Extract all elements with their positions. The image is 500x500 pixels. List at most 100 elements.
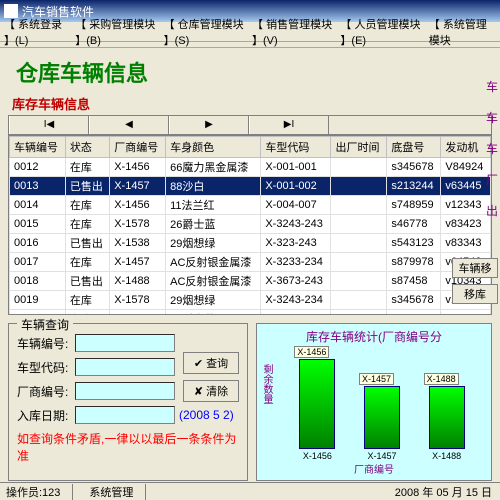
column-header[interactable]: 发动机: [441, 137, 491, 158]
side-label: 厂: [486, 171, 500, 188]
table-cell: 26爵士蓝: [166, 215, 261, 234]
table-cell: [331, 253, 387, 272]
table-cell: [331, 215, 387, 234]
query-input[interactable]: [75, 334, 175, 352]
menubar: 【 系统登录 】(L) 【 采购管理模块 】(B) 【 仓库管理模块 】(S) …: [0, 22, 500, 42]
nav-prev-button[interactable]: ◀: [89, 116, 169, 134]
chart-bar-label: X-1457: [359, 373, 394, 385]
column-header[interactable]: 车辆编号: [10, 137, 66, 158]
table-cell: 88沙白: [166, 177, 261, 196]
menu-purchase[interactable]: 【 采购管理模块 】(B): [75, 16, 155, 48]
table-cell: AC反射银金属漆: [166, 272, 261, 291]
column-header[interactable]: 车型代码: [261, 137, 331, 158]
table-cell: X-1457: [110, 177, 166, 196]
table-cell: 26爵士蓝: [166, 310, 261, 316]
table-cell: s323423: [387, 310, 441, 316]
table-cell: s748959: [387, 196, 441, 215]
query-input[interactable]: [75, 406, 175, 424]
inventory-table[interactable]: 车辆编号状态厂商编号车身颜色车型代码出厂时间底盘号发动机 0012在库X-145…: [8, 135, 492, 315]
table-cell: X-3243-234: [261, 291, 331, 310]
table-cell: 0019: [10, 291, 66, 310]
column-header[interactable]: 底盘号: [387, 137, 441, 158]
query-label: 车型代码:: [17, 359, 75, 376]
column-header[interactable]: 厂商编号: [110, 137, 166, 158]
table-cell: V84924: [441, 158, 491, 177]
table-cell: X-001-001: [261, 158, 331, 177]
table-cell: X-1488: [110, 272, 166, 291]
side-button[interactable]: 移库: [452, 284, 498, 304]
chart-bar: X-1456: [299, 359, 335, 449]
side-labels: 车车车厂出: [486, 78, 500, 233]
table-row[interactable]: 0014在库X-145611法兰红X-004-007s748959v12343: [10, 196, 491, 215]
table-cell: X-323-243: [261, 234, 331, 253]
query-panel: 车辆查询 车辆编号:车型代码:厂商编号:入库日期:(2008 5 2) ✔ 查询…: [8, 323, 248, 481]
table-cell: 0012: [10, 158, 66, 177]
table-row[interactable]: 0020在库X-148826爵士蓝X-3243-214s323423v85654: [10, 310, 491, 316]
side-button[interactable]: 车辆移: [452, 258, 498, 278]
table-cell: 29烟想绿: [166, 291, 261, 310]
column-header[interactable]: 状态: [65, 137, 109, 158]
query-input[interactable]: [75, 382, 175, 400]
menu-warehouse[interactable]: 【 仓库管理模块 】(S): [164, 16, 244, 48]
status-operator: 操作员:123: [6, 484, 73, 500]
chart-title: 库存车辆统计(厂商编号分: [261, 328, 487, 345]
table-cell: s213244: [387, 177, 441, 196]
menu-sales[interactable]: 【 销售管理模块 】(V): [252, 16, 332, 48]
table-cell: v63445: [441, 177, 491, 196]
table-cell: [331, 291, 387, 310]
nav-first-button[interactable]: I◀: [9, 116, 89, 134]
chart-xlabel: 厂商编号: [261, 461, 487, 476]
chart-bar-label: X-1456: [294, 346, 329, 358]
table-cell: AC反射银金属漆: [166, 253, 261, 272]
menu-login[interactable]: 【 系统登录 】(L): [4, 16, 67, 48]
table-cell: [331, 158, 387, 177]
table-row[interactable]: 0017在库X-1457AC反射银金属漆X-3233-234s879978v64…: [10, 253, 491, 272]
table-cell: X-1488: [110, 310, 166, 316]
table-cell: 在库: [65, 253, 109, 272]
table-cell: v83423: [441, 215, 491, 234]
table-row[interactable]: 0019在库X-157829烟想绿X-3243-234s345678v12343: [10, 291, 491, 310]
table-cell: 29烟想绿: [166, 234, 261, 253]
table-cell: [331, 234, 387, 253]
table-row[interactable]: 0016已售出X-153829烟想绿X-323-243s543123v83343: [10, 234, 491, 253]
table-row[interactable]: 0012在库X-145666魔力黑金属漆X-001-001s345678V849…: [10, 158, 491, 177]
table-row[interactable]: 0015在库X-157826爵士蓝X-3243-243s46778v83423: [10, 215, 491, 234]
query-date-hint: (2008 5 2): [179, 408, 234, 422]
status-sys: 系统管理: [89, 484, 146, 500]
page-title: 仓库车辆信息: [8, 56, 492, 88]
table-cell: v83343: [441, 234, 491, 253]
menu-personnel[interactable]: 【 人员管理模块 】(E): [340, 16, 420, 48]
chart-xtick: X-1457: [367, 451, 396, 461]
menu-system[interactable]: 【 系统管理模块: [429, 16, 488, 48]
section-title: 库存车辆信息: [8, 94, 492, 113]
column-header[interactable]: 出厂时间: [331, 137, 387, 158]
table-row[interactable]: 0018已售出X-1488AC反射银金属漆X-3673-243s87458v10…: [10, 272, 491, 291]
table-cell: 0015: [10, 215, 66, 234]
table-cell: [331, 272, 387, 291]
clear-button[interactable]: ✘ 清除: [183, 380, 239, 402]
column-header[interactable]: 车身颜色: [166, 137, 261, 158]
table-cell: X-3233-234: [261, 253, 331, 272]
table-cell: 在库: [65, 291, 109, 310]
table-cell: 在库: [65, 310, 109, 316]
query-input[interactable]: [75, 358, 175, 376]
side-label: 出: [486, 202, 500, 219]
table-cell: X-001-002: [261, 177, 331, 196]
side-label: 车: [486, 109, 500, 126]
query-note: 如查询条件矛盾,一律以以最后一条条件为准: [17, 430, 239, 464]
table-row[interactable]: 0013已售出X-145788沙白X-001-002s213244v63445: [10, 177, 491, 196]
table-cell: X-1457: [110, 253, 166, 272]
table-cell: 在库: [65, 196, 109, 215]
table-cell: 已售出: [65, 272, 109, 291]
record-navigator: I◀ ◀ ▶ ▶I: [8, 115, 492, 135]
nav-last-button[interactable]: ▶I: [249, 116, 329, 134]
search-button[interactable]: ✔ 查询: [183, 352, 239, 374]
table-cell: s345678: [387, 291, 441, 310]
chart-xtick: X-1456: [303, 451, 332, 461]
table-cell: X-004-007: [261, 196, 331, 215]
chart-xtick: X-1488: [432, 451, 461, 461]
table-cell: s46778: [387, 215, 441, 234]
table-cell: 已售出: [65, 234, 109, 253]
nav-next-button[interactable]: ▶: [169, 116, 249, 134]
side-buttons: 车辆移移库: [452, 258, 498, 310]
